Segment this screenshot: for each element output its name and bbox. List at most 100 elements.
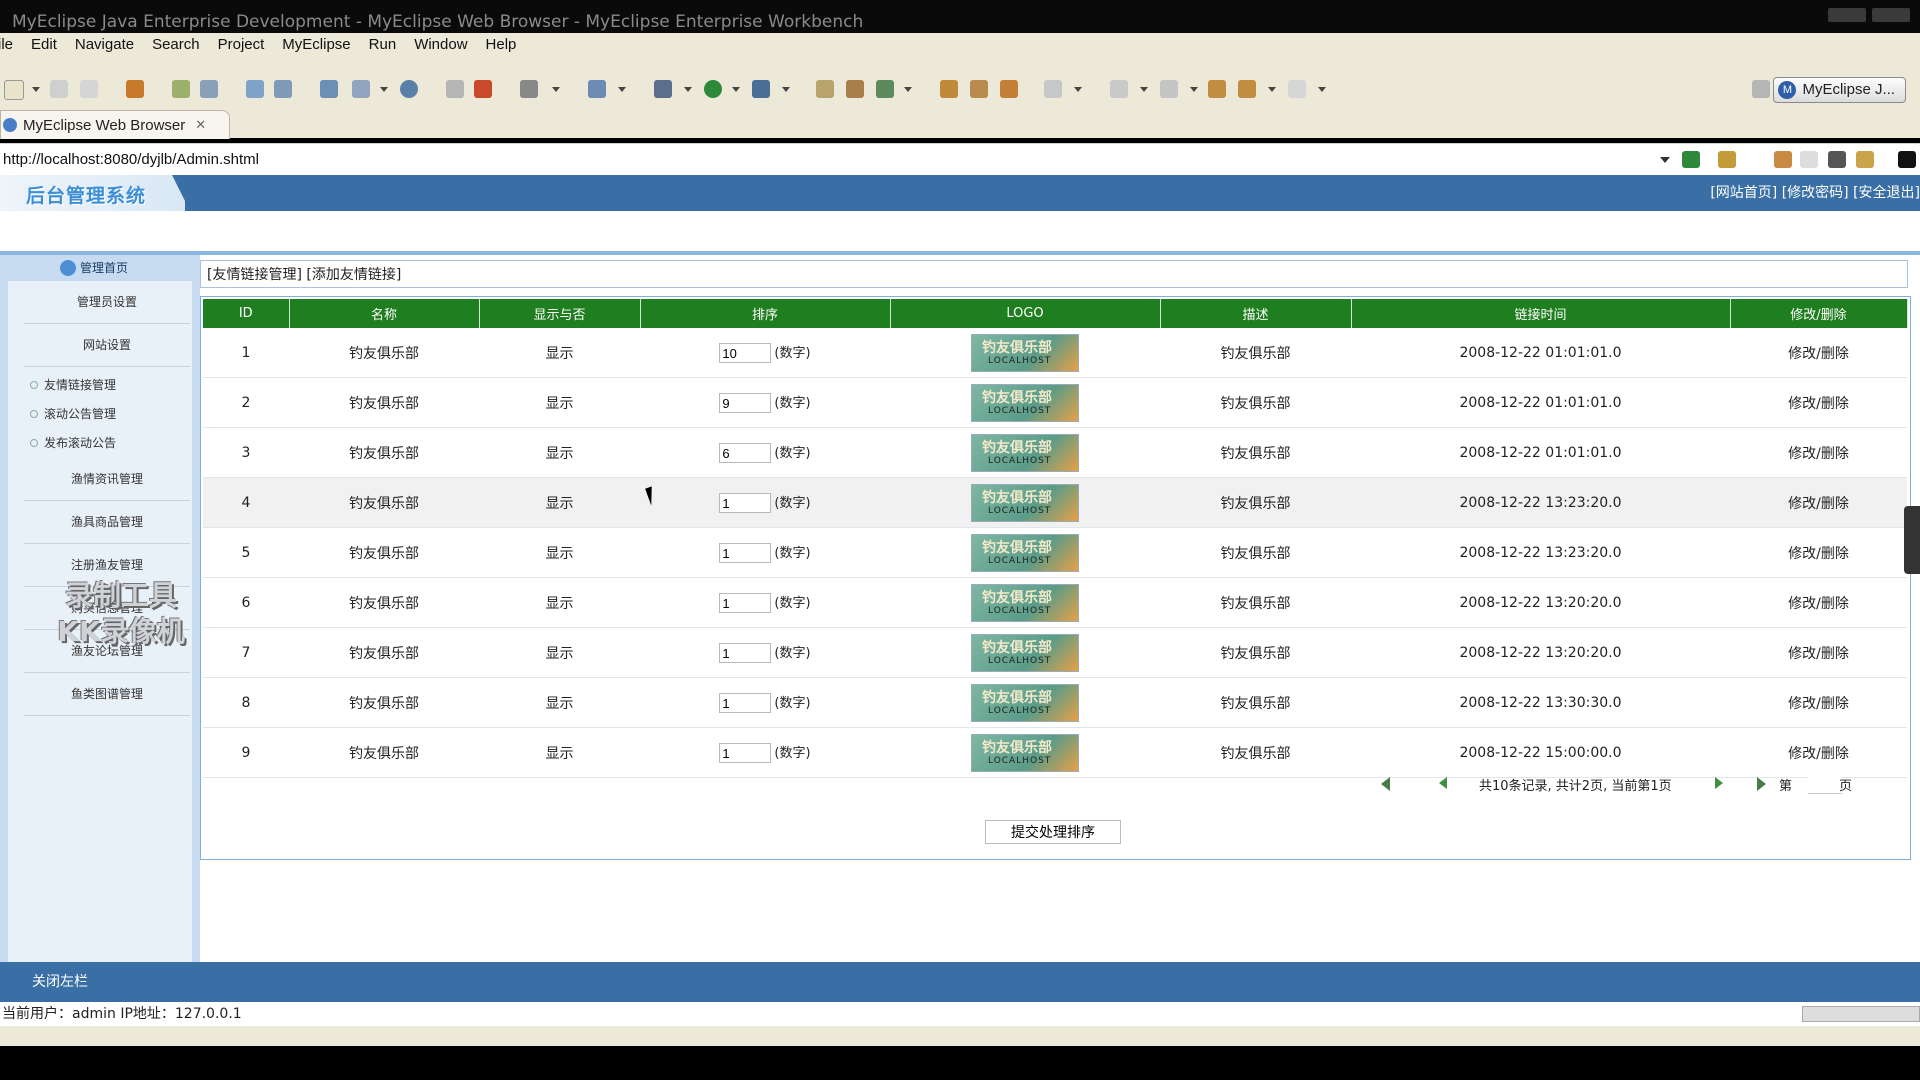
external-tools-dropdown-icon[interactable] xyxy=(782,87,790,92)
sidebar-item-fish-atlas[interactable]: 鱼类图谱管理 xyxy=(24,673,190,716)
top-links[interactable]: [网站首页] [修改密码] [安全退出] xyxy=(1710,175,1920,211)
menu-search[interactable]: Search xyxy=(143,33,209,57)
menu-navigate[interactable]: Navigate xyxy=(66,33,143,57)
search-icon[interactable] xyxy=(1044,80,1062,98)
cell-action[interactable]: 修改/删除 xyxy=(1730,427,1907,478)
cell-action[interactable]: 修改/删除 xyxy=(1730,477,1907,528)
new-icon[interactable] xyxy=(4,80,24,100)
first-page-icon[interactable] xyxy=(1381,777,1390,791)
back-icon[interactable] xyxy=(1238,80,1256,98)
menu-run[interactable]: Run xyxy=(360,33,406,57)
new-class-icon[interactable] xyxy=(816,80,834,98)
tool-icon[interactable] xyxy=(474,80,492,98)
sidebar-item-admin[interactable]: 管理员设置 xyxy=(24,281,190,324)
stop-icon[interactable] xyxy=(1828,151,1846,168)
cell-action[interactable]: 修改/删除 xyxy=(1730,527,1907,578)
sort-input[interactable] xyxy=(719,393,772,413)
page-jump-input[interactable] xyxy=(1808,773,1842,794)
debug-dropdown-icon[interactable] xyxy=(684,87,692,92)
forward-icon[interactable] xyxy=(1800,151,1818,168)
cell-action[interactable]: 修改/删除 xyxy=(1730,328,1907,378)
run-dropdown-icon[interactable] xyxy=(732,87,740,92)
tab-web-browser[interactable]: MyEclipse Web Browser ✕ xyxy=(0,110,230,139)
sort-input[interactable] xyxy=(719,593,772,613)
forward-icon[interactable] xyxy=(1288,80,1306,98)
sidebar-item-products[interactable]: 渔具商品管理 xyxy=(24,501,190,544)
refresh-dropdown-icon[interactable] xyxy=(904,87,912,92)
sidebar-item-site-settings[interactable]: 网站设置 xyxy=(24,324,190,367)
window-controls[interactable] xyxy=(1828,8,1910,22)
folder-icon[interactable] xyxy=(446,80,464,98)
external-tools-icon[interactable] xyxy=(752,80,770,98)
cell-action[interactable]: 修改/删除 xyxy=(1730,577,1907,628)
open-perspective-icon[interactable] xyxy=(1752,80,1770,98)
save-icon[interactable] xyxy=(50,80,68,98)
cell-action[interactable]: 修改/删除 xyxy=(1730,677,1907,728)
open-type-icon[interactable] xyxy=(588,80,606,98)
globe-icon[interactable] xyxy=(400,80,418,98)
menu-edit[interactable]: Edit xyxy=(22,33,66,57)
maximize-button[interactable] xyxy=(1872,8,1910,22)
menu-file[interactable]: ile xyxy=(0,33,22,57)
forward-dropdown-icon[interactable] xyxy=(1318,87,1326,92)
side-scroll-tab[interactable] xyxy=(1904,506,1920,574)
cell-action[interactable]: 修改/删除 xyxy=(1730,377,1907,428)
breadcrumb[interactable]: [友情链接管理] [添加友情链接] xyxy=(200,260,1908,288)
menu-project[interactable]: Project xyxy=(209,33,274,57)
back-dropdown-icon[interactable] xyxy=(1268,87,1276,92)
search-dropdown-icon[interactable] xyxy=(1074,87,1082,92)
package-icon[interactable] xyxy=(126,80,144,98)
print-icon[interactable] xyxy=(80,80,98,98)
sidebar-subitem-publish[interactable]: 发布滚动公告 xyxy=(30,434,116,451)
run-icon[interactable] xyxy=(704,80,722,98)
menu-myeclipse[interactable]: MyEclipse xyxy=(273,33,359,57)
window-dropdown-icon[interactable] xyxy=(552,87,560,92)
sidebar-subitem-notice[interactable]: 滚动公告管理 xyxy=(30,405,116,422)
prev-page-icon[interactable] xyxy=(1439,777,1447,789)
refresh-icon[interactable] xyxy=(876,80,894,98)
server-icon[interactable] xyxy=(200,80,218,98)
build-icon[interactable] xyxy=(172,80,190,98)
menu-help[interactable]: Help xyxy=(477,33,526,57)
open-type-dropdown-icon[interactable] xyxy=(618,87,626,92)
view-icon[interactable] xyxy=(1898,151,1916,168)
sort-input[interactable] xyxy=(719,343,772,363)
go-icon[interactable] xyxy=(1682,151,1700,168)
pen-icon[interactable] xyxy=(970,80,988,98)
close-icon[interactable]: ✕ xyxy=(195,117,206,133)
sort-input[interactable] xyxy=(719,643,772,663)
servers-icon[interactable] xyxy=(320,80,338,98)
refresh-icon[interactable] xyxy=(1856,151,1874,168)
minimize-button[interactable] xyxy=(1828,8,1866,22)
export-dropdown-icon[interactable] xyxy=(380,87,388,92)
url-input[interactable]: http://localhost:8080/dyjlb/Admin.shtml xyxy=(3,144,259,175)
undeploy-icon[interactable] xyxy=(274,80,292,98)
menu-window[interactable]: Window xyxy=(405,33,476,57)
cell-action[interactable]: 修改/删除 xyxy=(1730,627,1907,678)
sort-input[interactable] xyxy=(719,693,772,713)
next-annotation-dropdown-icon[interactable] xyxy=(1140,87,1148,92)
next-annotation-icon[interactable] xyxy=(1110,80,1128,98)
open-resource-icon[interactable] xyxy=(940,80,958,98)
task-icon[interactable] xyxy=(1000,80,1018,98)
deploy-icon[interactable] xyxy=(246,80,264,98)
sort-input[interactable] xyxy=(719,493,772,513)
close-sidebar-link[interactable]: 关闭左栏 xyxy=(32,962,88,1002)
prev-annotation-dropdown-icon[interactable] xyxy=(1190,87,1198,92)
new-dropdown-icon[interactable] xyxy=(32,87,40,92)
favorites-icon[interactable] xyxy=(1718,151,1736,168)
export-icon[interactable] xyxy=(352,80,370,98)
debug-icon[interactable] xyxy=(654,80,672,98)
sort-input[interactable] xyxy=(719,743,772,763)
back-icon[interactable] xyxy=(1774,151,1792,168)
window-icon[interactable] xyxy=(520,80,538,98)
last-page-icon[interactable] xyxy=(1757,777,1766,791)
sidebar-item-news[interactable]: 渔情资讯管理 xyxy=(24,458,190,501)
new-package-icon[interactable] xyxy=(846,80,864,98)
next-page-icon[interactable] xyxy=(1715,777,1723,789)
submit-sort-button[interactable]: 提交处理排序 xyxy=(985,820,1121,844)
sidebar-subitem-links[interactable]: 友情链接管理 xyxy=(30,376,116,393)
url-history-dropdown-icon[interactable] xyxy=(1660,157,1670,163)
perspective-button[interactable]: M MyEclipse J... xyxy=(1773,77,1906,103)
last-edit-icon[interactable] xyxy=(1208,80,1226,98)
